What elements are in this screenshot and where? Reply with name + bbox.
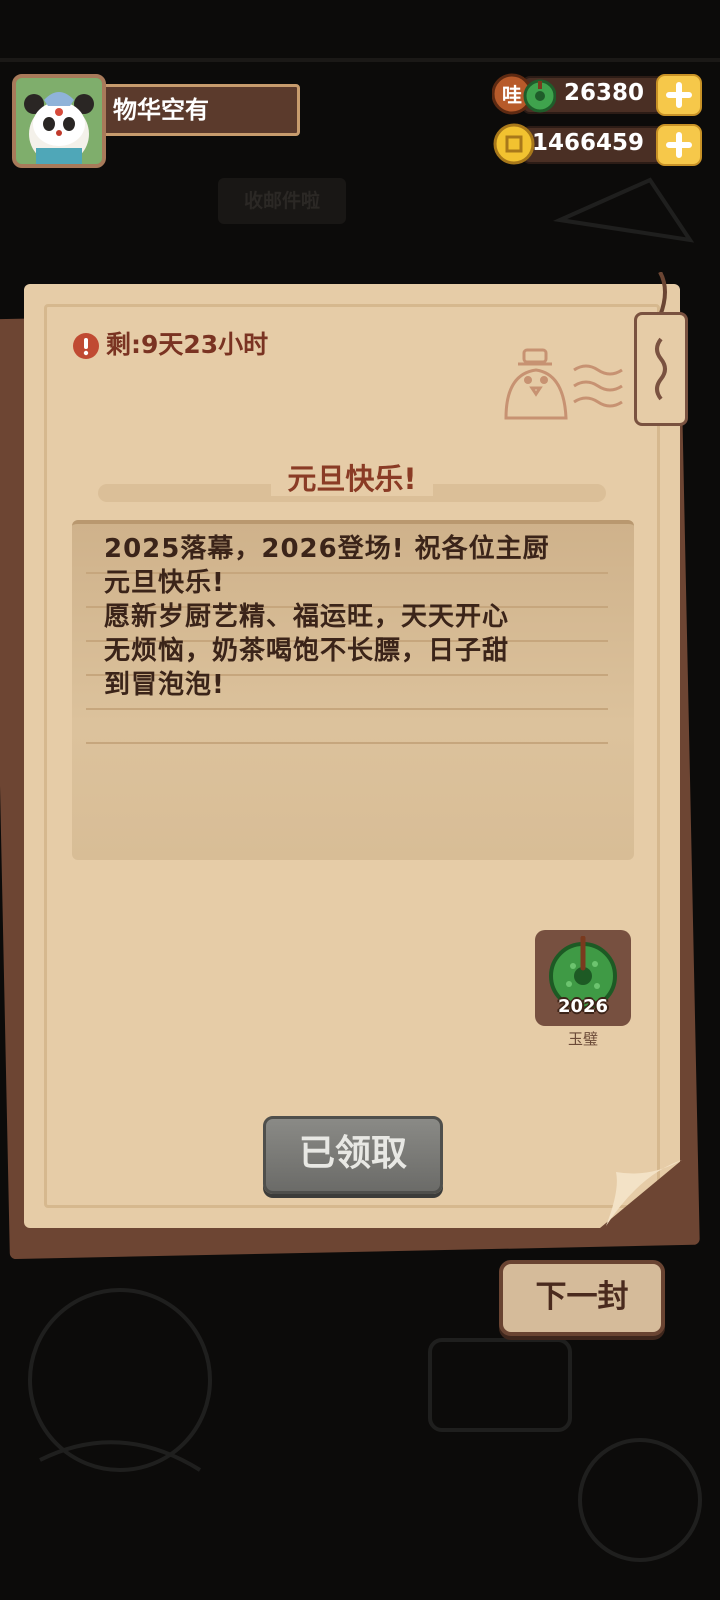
jade-coin-icon: 哇 [491,72,557,116]
postmark-stamp-icon [504,348,623,420]
jade-amount: 26380 [563,80,644,106]
letter-line: 元旦快乐! [104,568,225,598]
letter-tag [634,312,688,426]
letter-line: 2025落幕，2026登场! 祝各位主厨 [104,534,550,564]
plus-icon [666,82,692,108]
reward-name: 玉璧 [567,1030,598,1048]
gold-currency: 1466459 [492,122,702,166]
plus-icon [666,132,692,158]
reward-year: 2026 [557,996,609,1017]
panda-chef-icon [16,78,102,164]
tag-ornament-icon [655,337,667,401]
add-jade-button[interactable] [656,74,702,116]
background-tab: 收邮件啦 [218,178,346,224]
warning-icon [73,333,99,359]
letter-line: 愿新岁厨艺精、福运旺，天天开心 [104,602,510,632]
letter-line: 无烦恼，奶茶喝饱不长膘，日子甜 [104,636,510,666]
gold-coin-icon [492,122,536,166]
svg-text:哇: 哇 [502,83,522,107]
player-avatar[interactable] [12,74,106,168]
letter-title: 元旦快乐! [98,456,606,502]
jade-currency: 哇 26380 [491,72,702,116]
gold-amount: 1466459 [531,130,644,156]
reward-item[interactable]: 2026 [535,930,631,1026]
next-letter-button[interactable]: 下一封 [499,1260,665,1336]
claimed-button[interactable]: 已领取 [263,1116,443,1194]
page-curl [600,1160,682,1228]
remaining-time: 剩:9天23小时 [106,330,269,359]
letter-body: 2025落幕，2026登场! 祝各位主厨 元旦快乐! 愿新岁厨艺精、福运旺，天天… [104,532,604,702]
status-divider [0,58,720,62]
letter-line: 到冒泡泡! [104,670,225,700]
add-gold-button[interactable] [656,124,702,166]
player-name: 物华空有 [100,84,300,136]
